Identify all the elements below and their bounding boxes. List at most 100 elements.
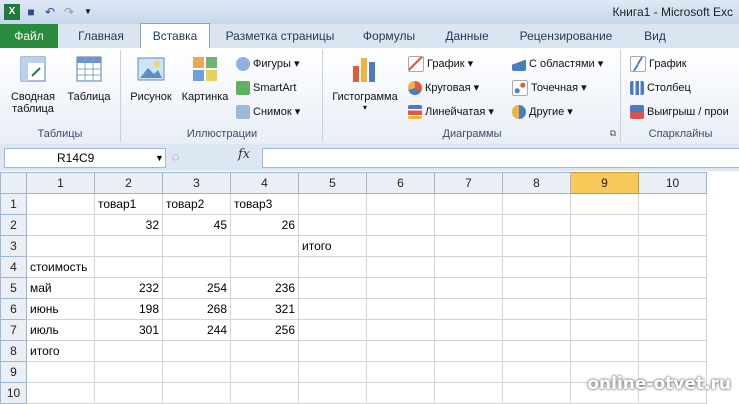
cell[interactable]: 321 bbox=[230, 298, 299, 320]
cell[interactable]: июнь bbox=[26, 298, 95, 320]
cell[interactable]: май bbox=[26, 277, 95, 299]
cell[interactable] bbox=[570, 277, 639, 299]
sparkline-column-button[interactable]: Столбец bbox=[630, 78, 691, 98]
cell[interactable] bbox=[162, 382, 231, 404]
cell[interactable] bbox=[366, 298, 435, 320]
area-chart-button[interactable]: С областями ▾ bbox=[512, 54, 603, 74]
qat-customize-icon[interactable]: ▼ bbox=[80, 4, 96, 20]
cell[interactable] bbox=[434, 214, 503, 236]
cell[interactable] bbox=[366, 382, 435, 404]
cell[interactable]: 198 bbox=[94, 298, 163, 320]
cell[interactable] bbox=[502, 361, 571, 383]
column-header-5[interactable]: 5 bbox=[298, 172, 367, 194]
cell[interactable]: товар1 bbox=[94, 193, 163, 215]
table-button[interactable]: Таблица bbox=[62, 54, 116, 103]
cell[interactable] bbox=[230, 340, 299, 362]
cell[interactable]: 45 bbox=[162, 214, 231, 236]
column-header-1[interactable]: 1 bbox=[26, 172, 95, 194]
cell[interactable] bbox=[434, 298, 503, 320]
cell[interactable] bbox=[434, 361, 503, 383]
cell[interactable] bbox=[638, 298, 707, 320]
cell[interactable]: 232 bbox=[94, 277, 163, 299]
cell[interactable] bbox=[366, 193, 435, 215]
tab-home[interactable]: Главная bbox=[66, 24, 136, 48]
cell[interactable]: стоимость bbox=[26, 256, 95, 278]
cell[interactable] bbox=[434, 340, 503, 362]
name-box[interactable]: R14C9 ▼ bbox=[4, 148, 166, 168]
cell[interactable] bbox=[230, 256, 299, 278]
cell[interactable]: 254 bbox=[162, 277, 231, 299]
insert-function-icon[interactable]: fx bbox=[238, 147, 250, 162]
column-header-4[interactable]: 4 bbox=[230, 172, 299, 194]
tab-formulas[interactable]: Формулы bbox=[352, 24, 426, 48]
cell[interactable] bbox=[570, 235, 639, 257]
cell[interactable] bbox=[502, 382, 571, 404]
scatter-chart-button[interactable]: Точечная ▾ bbox=[512, 78, 587, 98]
shapes-button[interactable]: Фигуры ▾ bbox=[236, 54, 300, 74]
tab-data[interactable]: Данные bbox=[432, 24, 502, 48]
column-header-7[interactable]: 7 bbox=[434, 172, 503, 194]
cell[interactable] bbox=[570, 256, 639, 278]
row-header-2[interactable]: 2 bbox=[0, 214, 27, 236]
tab-page-layout[interactable]: Разметка страницы bbox=[216, 24, 344, 48]
cell[interactable] bbox=[570, 340, 639, 362]
cell[interactable] bbox=[502, 235, 571, 257]
cell[interactable] bbox=[638, 256, 707, 278]
undo-icon[interactable]: ↶ bbox=[42, 4, 58, 20]
column-header-9[interactable]: 9 bbox=[570, 172, 639, 194]
cell[interactable] bbox=[366, 361, 435, 383]
column-header-6[interactable]: 6 bbox=[366, 172, 435, 194]
cell[interactable] bbox=[502, 340, 571, 362]
cell[interactable] bbox=[230, 382, 299, 404]
cell[interactable] bbox=[94, 382, 163, 404]
cell[interactable] bbox=[298, 193, 367, 215]
bar-chart-button[interactable]: Линейчатая ▾ bbox=[408, 102, 494, 122]
cell[interactable] bbox=[502, 277, 571, 299]
cell[interactable] bbox=[298, 382, 367, 404]
cell[interactable] bbox=[26, 235, 95, 257]
cell[interactable] bbox=[366, 214, 435, 236]
tab-review[interactable]: Рецензирование bbox=[508, 24, 624, 48]
cell[interactable] bbox=[434, 277, 503, 299]
cell[interactable] bbox=[230, 361, 299, 383]
cell[interactable] bbox=[26, 382, 95, 404]
cell[interactable] bbox=[366, 340, 435, 362]
redo-icon[interactable]: ↷ bbox=[61, 4, 77, 20]
cell[interactable]: июль bbox=[26, 319, 95, 341]
row-header-3[interactable]: 3 bbox=[0, 235, 27, 257]
cell[interactable] bbox=[298, 214, 367, 236]
cell[interactable] bbox=[298, 361, 367, 383]
cell[interactable]: 268 bbox=[162, 298, 231, 320]
cell[interactable] bbox=[502, 214, 571, 236]
cell[interactable] bbox=[26, 214, 95, 236]
excel-icon[interactable]: X bbox=[4, 4, 20, 20]
cell[interactable] bbox=[502, 319, 571, 341]
cell[interactable] bbox=[26, 361, 95, 383]
row-header-8[interactable]: 8 bbox=[0, 340, 27, 362]
cell[interactable]: 32 bbox=[94, 214, 163, 236]
cell[interactable] bbox=[94, 361, 163, 383]
other-charts-button[interactable]: Другие ▾ bbox=[512, 102, 573, 122]
picture-button[interactable]: Рисунок bbox=[126, 54, 176, 103]
cell[interactable]: 244 bbox=[162, 319, 231, 341]
cell[interactable] bbox=[162, 235, 231, 257]
cell[interactable] bbox=[298, 256, 367, 278]
smartart-button[interactable]: SmartArt bbox=[236, 78, 296, 98]
column-header-8[interactable]: 8 bbox=[502, 172, 571, 194]
row-header-9[interactable]: 9 bbox=[0, 361, 27, 383]
sparkline-winloss-button[interactable]: Выигрыш / прои bbox=[630, 102, 729, 122]
cell[interactable]: 26 bbox=[230, 214, 299, 236]
cell[interactable] bbox=[94, 235, 163, 257]
cell[interactable] bbox=[434, 382, 503, 404]
column-header-10[interactable]: 10 bbox=[638, 172, 707, 194]
tab-file[interactable]: Файл bbox=[0, 24, 58, 48]
row-header-6[interactable]: 6 bbox=[0, 298, 27, 320]
cell[interactable] bbox=[570, 319, 639, 341]
formula-input[interactable] bbox=[262, 148, 739, 168]
cell[interactable] bbox=[434, 319, 503, 341]
cell[interactable] bbox=[298, 319, 367, 341]
cell[interactable] bbox=[638, 277, 707, 299]
cell[interactable]: итого bbox=[298, 235, 367, 257]
cell[interactable] bbox=[638, 235, 707, 257]
cell[interactable] bbox=[366, 235, 435, 257]
